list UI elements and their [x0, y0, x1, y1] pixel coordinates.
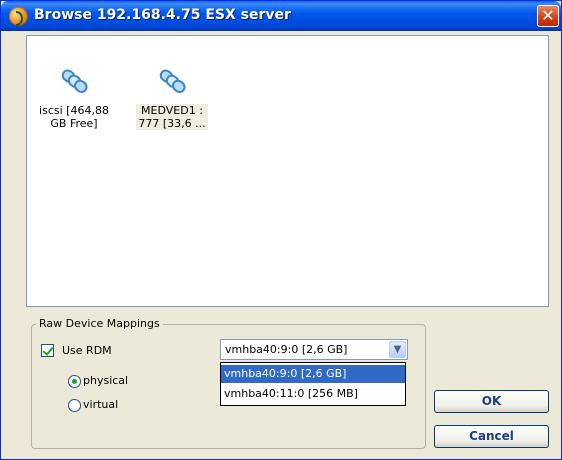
lun-select[interactable]: vmhba40:9:0 [2,6 GB] ▼ — [220, 339, 408, 360]
use-rdm-checkbox[interactable] — [41, 344, 54, 357]
app-icon — [9, 7, 28, 26]
cancel-button[interactable]: Cancel — [434, 425, 549, 448]
datastore-label: iscsi [464,88 GB Free] — [39, 104, 109, 130]
ok-button[interactable]: OK — [434, 390, 549, 413]
datastore-item-medved1[interactable]: MEDVED1 :777 [33,6 ... — [125, 64, 219, 130]
dropdown-option[interactable]: vmhba40:9:0 [2,6 GB] — [221, 365, 405, 383]
virtual-radio[interactable] — [68, 399, 81, 412]
datastore-icon — [61, 69, 88, 94]
rdm-group-title: Raw Device Mappings — [36, 317, 163, 330]
datastore-label: MEDVED1 :777 [33,6 ... — [136, 104, 208, 130]
physical-label[interactable]: physical — [83, 374, 128, 387]
close-button[interactable]: ✕ — [537, 5, 559, 27]
window-title: Browse 192.168.4.75 ESX server — [34, 7, 291, 23]
lun-dropdown-list[interactable]: vmhba40:9:0 [2,6 GB] vmhba40:11:0 [256 M… — [220, 362, 406, 406]
title-bar[interactable]: Browse 192.168.4.75 ESX server ✕ — [1, 1, 561, 31]
datastore-icon — [159, 69, 186, 94]
physical-radio[interactable] — [68, 375, 81, 388]
datastore-item-iscsi[interactable]: iscsi [464,88 GB Free] — [27, 64, 121, 130]
virtual-label[interactable]: virtual — [83, 398, 118, 411]
lun-select-value: vmhba40:9:0 [2,6 GB] — [225, 343, 348, 356]
chevron-down-icon[interactable]: ▼ — [389, 341, 406, 358]
dropdown-option[interactable]: vmhba40:11:0 [256 MB] — [224, 387, 358, 400]
use-rdm-label[interactable]: Use RDM — [62, 344, 112, 357]
datastore-browser-pane[interactable]: iscsi [464,88 GB Free] MEDVED1 :777 [33,6… — [26, 35, 549, 307]
